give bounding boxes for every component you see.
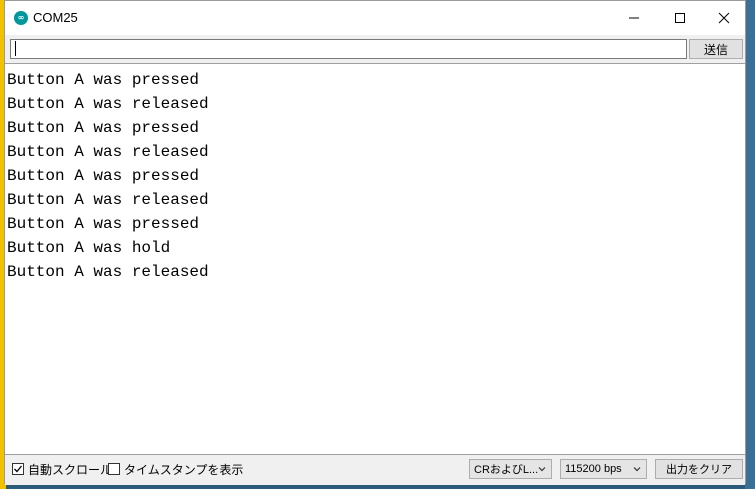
- status-bar: 自動スクロール タイムスタンプを表示 CRおよびL... 115200 bps …: [5, 455, 745, 485]
- background-window-right: [745, 0, 755, 489]
- timestamp-label: タイムスタンプを表示: [124, 463, 244, 477]
- send-row: 送信: [5, 35, 745, 63]
- output-line: Button A was released: [7, 143, 209, 161]
- serial-send-input[interactable]: [10, 39, 687, 59]
- minimize-icon: [629, 17, 639, 19]
- title-bar[interactable]: ∞ COM25: [5, 1, 745, 35]
- clear-output-button[interactable]: 出力をクリア: [655, 459, 743, 479]
- output-line: Button A was pressed: [7, 119, 200, 137]
- output-line: Button A was pressed: [7, 215, 200, 233]
- baud-rate-select[interactable]: 115200 bps: [560, 459, 647, 479]
- autoscroll-label: 自動スクロール: [28, 463, 113, 477]
- window-title: COM25: [33, 10, 78, 25]
- text-caret: [15, 41, 16, 56]
- maximize-button[interactable]: [657, 1, 703, 35]
- output-lines: Button A was pressed Button A was release…: [5, 64, 745, 284]
- close-icon: [718, 12, 730, 24]
- maximize-icon: [675, 13, 685, 23]
- output-line: Button A was released: [7, 191, 209, 209]
- serial-monitor-window: ∞ COM25 送信 Button A was pressed Button A …: [4, 0, 746, 485]
- output-line: Button A was released: [7, 95, 209, 113]
- line-ending-value: CRおよびL...: [474, 464, 539, 476]
- baud-rate-value: 115200 bps: [565, 463, 622, 475]
- arduino-icon: ∞: [14, 11, 28, 25]
- close-button[interactable]: [701, 1, 747, 35]
- output-line: Button A was pressed: [7, 71, 200, 89]
- output-line: Button A was released: [7, 263, 209, 281]
- output-line: Button A was pressed: [7, 167, 200, 185]
- chevron-down-icon: [538, 467, 546, 472]
- output-line: Button A was hold: [7, 239, 171, 257]
- autoscroll-checkbox[interactable]: [12, 463, 24, 475]
- chevron-down-icon: [633, 467, 641, 472]
- serial-output-area[interactable]: Button A was pressed Button A was release…: [5, 63, 745, 455]
- line-ending-select[interactable]: CRおよびL...: [469, 459, 552, 479]
- send-button[interactable]: 送信: [689, 39, 743, 59]
- checkmark-icon: [14, 465, 23, 473]
- timestamp-checkbox[interactable]: [108, 463, 120, 475]
- minimize-button[interactable]: [611, 1, 657, 35]
